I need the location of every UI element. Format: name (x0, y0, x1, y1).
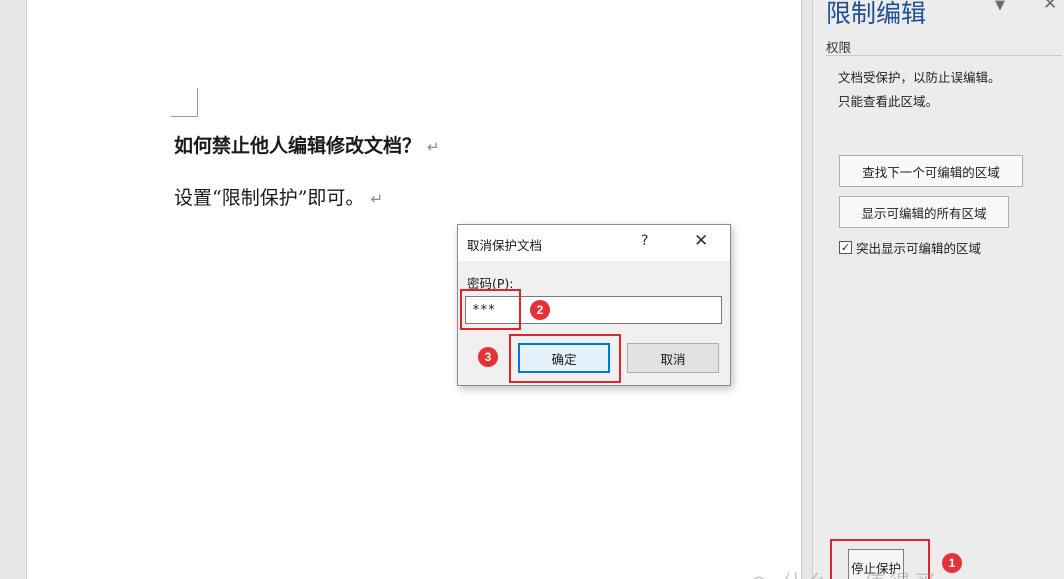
document-line-question-text: 如何禁止他人编辑修改文档？ (174, 135, 422, 157)
permissions-heading: 权限 (826, 40, 852, 55)
cancel-button[interactable]: 取消 (627, 343, 719, 373)
paragraph-mark-icon: ↵ (370, 190, 384, 208)
pane-options-dropdown-icon[interactable]: ▼ (995, 0, 1005, 13)
step-badge-3: 3 (478, 347, 498, 367)
highlight-checkbox[interactable]: ✓ (839, 241, 852, 254)
show-all-editable-regions-button[interactable]: 显示可编辑的所有区域 (839, 196, 1009, 228)
pane-close-icon[interactable]: ✕ (1043, 0, 1057, 14)
protection-description-line2: 只能查看此区域。 (838, 94, 939, 109)
highlight-editable-regions-row[interactable]: ✓ 突出显示可编辑的区域 (839, 238, 981, 257)
find-next-editable-region-button[interactable]: 查找下一个可编辑的区域 (839, 155, 1023, 187)
margin-corner-mark (197, 88, 198, 117)
highlight-checkbox-label: 突出显示可编辑的区域 (856, 241, 982, 256)
dialog-titlebar: 取消保护文档 ? ✕ (458, 225, 730, 261)
watermark-text: ⊙ 什么 · 值得买 (750, 567, 939, 579)
pane-divider (826, 55, 1062, 56)
document-line-question: 如何禁止他人编辑修改文档？ ↵ (174, 131, 440, 158)
help-icon[interactable]: ? (641, 233, 648, 249)
dialog-title: 取消保护文档 (467, 238, 543, 253)
margin-corner-mark-horizontal (171, 116, 198, 117)
protection-description: 文档受保护，以防止误编辑。 (838, 70, 1001, 85)
dialog-close-icon[interactable]: ✕ (694, 231, 708, 251)
paragraph-mark-icon: ↵ (427, 138, 440, 156)
highlight-frame-password (460, 289, 521, 330)
step-badge-1: 1 (942, 553, 962, 573)
highlight-frame-ok (509, 334, 621, 383)
step-badge-2: 2 (530, 300, 550, 320)
restrict-editing-pane: 限制编辑 ▼ ✕ 权限 文档受保护，以防止误编辑。 只能查看此区域。 查找下一个… (812, 0, 1064, 579)
document-line-answer-text: 设置“限制保护”即可。 (174, 187, 365, 209)
document-line-answer: 设置“限制保护”即可。 ↵ (174, 183, 383, 210)
pane-title: 限制编辑 (826, 0, 927, 28)
